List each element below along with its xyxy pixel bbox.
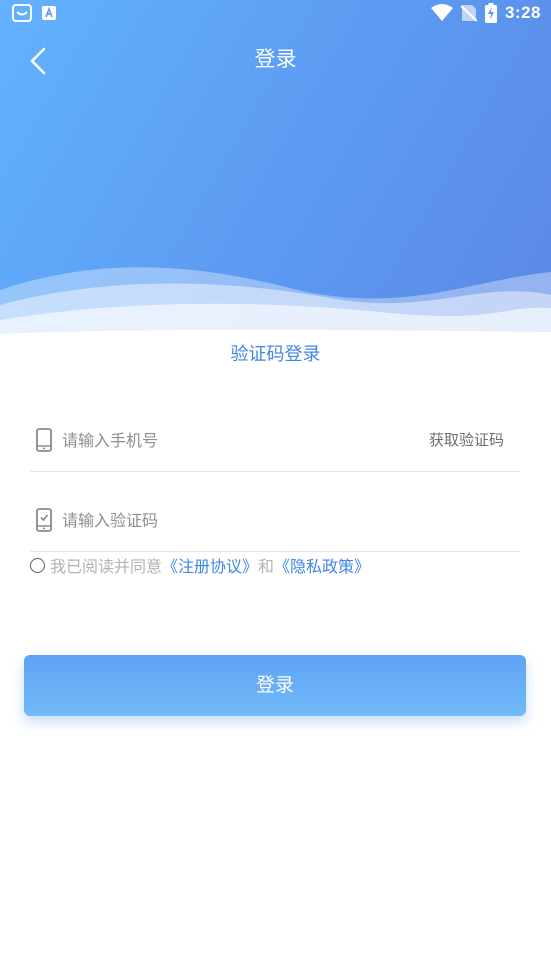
get-code-button[interactable]: 获取验证码	[429, 425, 504, 455]
login-type-title: 验证码登录	[230, 344, 321, 365]
no-sim-icon	[460, 5, 477, 22]
phone-input[interactable]	[62, 425, 412, 455]
status-left-icons	[12, 4, 56, 22]
privacy-link[interactable]: 《隐私政策》	[274, 553, 370, 577]
agreement-row: 我已阅读并同意 《注册协议》 和 《隐私政策》	[30, 552, 370, 578]
terms-link[interactable]: 《注册协议》	[162, 553, 258, 577]
wave-decoration	[0, 267, 551, 336]
status-time: 3:28	[504, 3, 541, 22]
battery-charging-icon	[484, 3, 497, 23]
tray-icon	[12, 4, 32, 22]
phone-icon	[36, 428, 52, 452]
text-badge-icon	[42, 6, 56, 20]
phone-field: 获取验证码	[30, 411, 520, 472]
verification-phone-icon	[36, 508, 52, 532]
login-button[interactable]: 登录	[24, 655, 526, 716]
code-field	[30, 491, 520, 552]
wifi-icon	[430, 4, 453, 21]
agreement-prefix: 我已阅读并同意	[50, 557, 163, 576]
agreement-radio[interactable]	[30, 557, 45, 573]
code-input[interactable]	[62, 505, 412, 535]
status-bar: 3:28	[0, 0, 551, 30]
status-right-icons: 3:28	[430, 3, 541, 23]
page-title: 登录	[254, 47, 297, 71]
agreement-conjunction: 和	[258, 557, 275, 576]
header-banner: 3:28 登录	[0, 0, 551, 336]
